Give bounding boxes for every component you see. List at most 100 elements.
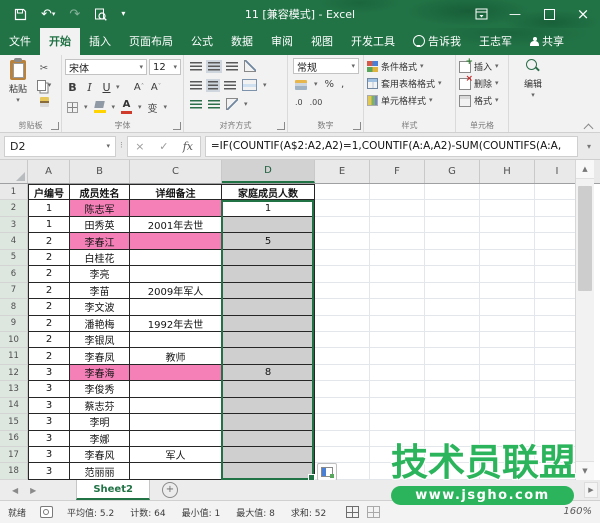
bold-button[interactable]: B	[65, 80, 80, 95]
column-header-f[interactable]: F	[370, 160, 425, 183]
undo-icon[interactable]: ↶▾	[41, 8, 55, 21]
column-header-a[interactable]: A	[28, 160, 70, 183]
cell-a13[interactable]: 3	[28, 381, 70, 397]
cell-g15[interactable]	[425, 414, 480, 430]
maximize-button[interactable]	[532, 0, 566, 28]
cell-i14[interactable]	[535, 398, 580, 414]
cell-e9[interactable]	[315, 316, 370, 332]
cell-c5[interactable]	[130, 250, 222, 266]
column-header-g[interactable]: G	[425, 160, 480, 183]
cell-g3[interactable]	[425, 217, 480, 233]
ribbon-tab-page-layout[interactable]: 页面布局	[120, 28, 182, 55]
align-middle-icon[interactable]	[208, 62, 220, 71]
increase-decimal-button[interactable]: .0	[295, 98, 303, 107]
row-header-9[interactable]: 9	[0, 316, 28, 332]
cell-h2[interactable]	[480, 200, 535, 216]
percent-style-button[interactable]: %	[325, 79, 335, 90]
cell-g10[interactable]	[425, 332, 480, 348]
name-box[interactable]: D2 ▾	[4, 136, 116, 157]
enter-button[interactable]: ✓	[152, 140, 176, 153]
format-cells-button[interactable]: 格式▾	[459, 93, 506, 108]
cell-a17[interactable]: 3	[28, 447, 70, 463]
insert-cells-button[interactable]: 插入▾	[459, 59, 506, 74]
ribbon-tab-developer[interactable]: 开发工具	[342, 28, 404, 55]
cell-f1[interactable]	[370, 184, 425, 200]
cell-b10[interactable]: 李银凤	[70, 332, 130, 348]
underline-caret-icon[interactable]: ▾	[116, 84, 120, 91]
cell-e13[interactable]	[315, 381, 370, 397]
cell-i4[interactable]	[535, 233, 580, 249]
cell-h1[interactable]	[480, 184, 535, 200]
cell-h7[interactable]	[480, 283, 535, 299]
cell-b13[interactable]: 李俊秀	[70, 381, 130, 397]
cell-b15[interactable]: 李明	[70, 414, 130, 430]
font-color-icon[interactable]: A	[121, 100, 132, 114]
cell-d6[interactable]	[222, 266, 315, 282]
editing-label[interactable]: 编辑	[524, 77, 542, 90]
cell-e16[interactable]	[315, 431, 370, 447]
cell-b16[interactable]: 李娜	[70, 431, 130, 447]
cell-b9[interactable]: 潘艳梅	[70, 316, 130, 332]
select-all-button[interactable]	[0, 160, 28, 183]
cell-f9[interactable]	[370, 316, 425, 332]
header-cell-a1[interactable]: 户编号	[28, 184, 70, 200]
cell-d11[interactable]	[222, 348, 315, 364]
cell-c16[interactable]	[130, 431, 222, 447]
cell-d13[interactable]	[222, 381, 315, 397]
cell-b12[interactable]: 李春海	[70, 365, 130, 381]
cell-c3[interactable]: 2001年去世	[130, 217, 222, 233]
decrease-indent-icon[interactable]	[190, 100, 202, 109]
cell-h14[interactable]	[480, 398, 535, 414]
cell-d17[interactable]	[222, 447, 315, 463]
cell-a2[interactable]: 1	[28, 200, 70, 216]
cell-h10[interactable]	[480, 332, 535, 348]
cell-h15[interactable]	[480, 414, 535, 430]
editing-caret-icon[interactable]: ▾	[531, 92, 535, 99]
borders-icon[interactable]	[67, 102, 78, 113]
row-header-2[interactable]: 2	[0, 200, 28, 216]
row-header-11[interactable]: 11	[0, 348, 28, 364]
cell-e15[interactable]	[315, 414, 370, 430]
expand-formula-bar-icon[interactable]: ▾	[582, 142, 596, 151]
font-size-select[interactable]: 12▾	[149, 59, 181, 75]
cell-i1[interactable]	[535, 184, 580, 200]
cell-g9[interactable]	[425, 316, 480, 332]
normal-view-icon[interactable]	[346, 506, 359, 518]
cell-styles-button[interactable]: 单元格样式▾	[367, 93, 453, 108]
cell-a18[interactable]: 3	[28, 463, 70, 479]
align-top-icon[interactable]	[190, 62, 202, 71]
ribbon-tab-share[interactable]: 共享	[521, 28, 573, 55]
cell-i12[interactable]	[535, 365, 580, 381]
cell-g11[interactable]	[425, 348, 480, 364]
cell-e10[interactable]	[315, 332, 370, 348]
cell-b5[interactable]: 白桂花	[70, 250, 130, 266]
format-painter-button[interactable]	[33, 95, 55, 109]
zoom-level[interactable]: 160%	[563, 506, 592, 517]
cell-e7[interactable]	[315, 283, 370, 299]
cell-f12[interactable]	[370, 365, 425, 381]
macro-record-icon[interactable]	[40, 506, 53, 518]
paste-button[interactable]: 粘贴 ▾	[3, 58, 33, 119]
ribbon-tab-formulas[interactable]: 公式	[182, 28, 222, 55]
minimize-button[interactable]: —	[498, 0, 532, 28]
comma-style-button[interactable]: ,	[341, 79, 344, 90]
cell-d16[interactable]	[222, 431, 315, 447]
wrap-text-icon[interactable]	[226, 98, 238, 110]
cell-c15[interactable]	[130, 414, 222, 430]
cell-h8[interactable]	[480, 299, 535, 315]
cell-c8[interactable]	[130, 299, 222, 315]
cell-b14[interactable]: 蔡志芬	[70, 398, 130, 414]
header-cell-d1[interactable]: 家庭成员人数	[222, 184, 315, 200]
row-header-18[interactable]: 18	[0, 463, 28, 479]
cell-b8[interactable]: 李文波	[70, 299, 130, 315]
fill-color-icon[interactable]	[94, 101, 106, 113]
cell-i11[interactable]	[535, 348, 580, 364]
cell-h9[interactable]	[480, 316, 535, 332]
decrease-font-button[interactable]: Aˇ	[149, 80, 164, 95]
cell-b17[interactable]: 李春风	[70, 447, 130, 463]
formula-bar-splitter[interactable]: ⁝	[120, 141, 123, 151]
decrease-decimal-button[interactable]: .00	[310, 98, 323, 107]
cell-g14[interactable]	[425, 398, 480, 414]
header-cell-c1[interactable]: 详细备注	[130, 184, 222, 200]
align-left-icon[interactable]	[190, 81, 202, 90]
